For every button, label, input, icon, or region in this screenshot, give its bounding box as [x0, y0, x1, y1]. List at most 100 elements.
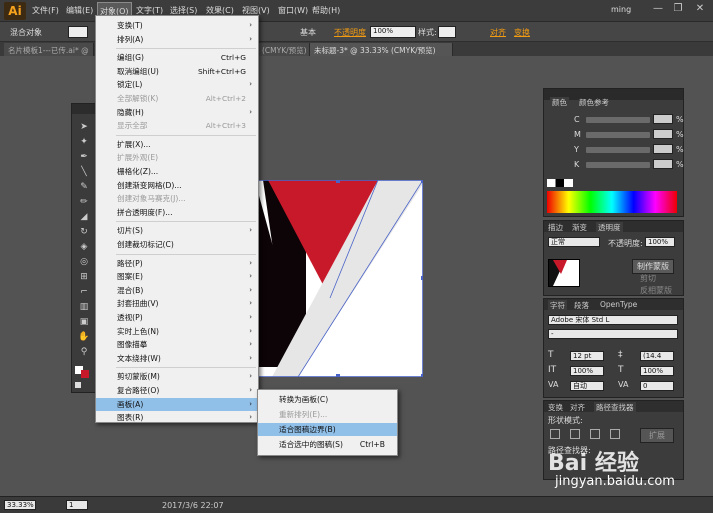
menu-item[interactable]: 栅格化(Z)...: [96, 165, 258, 178]
menu-item[interactable]: 实时上色(N) ›: [96, 325, 258, 338]
zoom-tool-icon[interactable]: ⚲: [77, 346, 91, 358]
mesh-tool-icon[interactable]: ⊞: [77, 271, 91, 283]
pencil-icon[interactable]: ✏: [77, 196, 91, 208]
tab-color-guide[interactable]: 颜色参考: [579, 97, 609, 108]
menu-item[interactable]: 路径(P) ›: [96, 257, 258, 270]
tab-color[interactable]: 颜色: [550, 97, 569, 108]
exclude-icon[interactable]: [610, 429, 620, 439]
menu-item[interactable]: 编组(G) Ctrl+G: [96, 51, 258, 64]
menu-item[interactable]: 图表(R) ›: [96, 411, 258, 424]
menu-item[interactable]: 排列(A) ›: [96, 33, 258, 46]
font-family-select[interactable]: Adobe 宋体 Std L: [548, 315, 678, 325]
tab-document-2[interactable]: (CMYK/预览): [258, 43, 310, 56]
pen-tool-icon[interactable]: ✒: [77, 151, 91, 163]
leading-input[interactable]: (14.4: [640, 351, 674, 361]
menu-item[interactable]: 显示全部 Alt+Ctrl+3: [96, 119, 258, 132]
minus-front-icon[interactable]: [570, 429, 580, 439]
slider-k[interactable]: [586, 162, 650, 168]
rotate-tool-icon[interactable]: ↻: [77, 226, 91, 238]
submenu-item[interactable]: 重新排列(E)...: [258, 408, 397, 421]
tab-paragraph[interactable]: 段落: [574, 300, 589, 311]
menu-help[interactable]: 帮助(H): [312, 5, 340, 16]
menu-item[interactable]: 变换(T) ›: [96, 19, 258, 32]
menu-item[interactable]: 混合(B) ›: [96, 284, 258, 297]
tab-pathfinder[interactable]: 路径查找器: [594, 402, 636, 413]
menu-item[interactable]: 封套扭曲(V) ›: [96, 297, 258, 310]
menu-item[interactable]: 剪切蒙版(M) ›: [96, 370, 258, 383]
opacity-link[interactable]: 不透明度: [334, 27, 366, 38]
menu-window[interactable]: 窗口(W): [278, 5, 308, 16]
minimize-icon[interactable]: —: [650, 3, 666, 17]
menu-edit[interactable]: 编辑(E): [66, 5, 93, 16]
tab-document-1[interactable]: 名片模板1---已传.ai* @: [4, 43, 94, 56]
eraser-icon[interactable]: ◢: [77, 211, 91, 223]
make-mask-button[interactable]: 制作蒙版: [632, 259, 674, 274]
tracking-input[interactable]: 0: [640, 381, 674, 391]
stroke-style-label[interactable]: 基本: [300, 27, 316, 38]
tab-opentype[interactable]: OpenType: [600, 300, 637, 309]
menu-item[interactable]: 创建渐变网格(D)...: [96, 179, 258, 192]
align-link[interactable]: 对齐: [490, 27, 506, 38]
selection-tool-icon[interactable]: ➤: [77, 121, 91, 133]
input-m[interactable]: [653, 129, 673, 139]
input-k[interactable]: [653, 159, 673, 169]
tab-transform[interactable]: 变换: [548, 402, 563, 413]
blend-mode-select[interactable]: 正常: [548, 237, 600, 247]
expand-button[interactable]: 扩展: [640, 428, 674, 443]
graph-tool-icon[interactable]: ▥: [77, 301, 91, 313]
close-icon[interactable]: ✕: [692, 3, 708, 17]
tab-gradient[interactable]: 渐变: [572, 222, 587, 233]
maximize-icon[interactable]: ❐: [670, 3, 686, 17]
menu-item[interactable]: 锁定(L) ›: [96, 78, 258, 91]
stroke-color-icon[interactable]: [81, 370, 89, 378]
fill-swatch[interactable]: [68, 26, 88, 38]
menu-item[interactable]: 图像描摹 ›: [96, 338, 258, 351]
slider-y[interactable]: [586, 147, 650, 153]
unite-icon[interactable]: [550, 429, 560, 439]
invert-mask-checkbox-label[interactable]: 反相蒙版: [640, 285, 672, 296]
kerning-input[interactable]: 自动: [570, 381, 604, 391]
user-name[interactable]: ming: [611, 5, 631, 14]
menu-item[interactable]: 取消编组(U) Shift+Ctrl+G: [96, 65, 258, 78]
submenu-item[interactable]: 适合选中的图稿(S) Ctrl+B: [258, 438, 397, 451]
tab-character[interactable]: 字符: [548, 300, 567, 311]
submenu-item[interactable]: 转换为画板(C): [258, 393, 397, 406]
menu-item[interactable]: 复合路径(O) ›: [96, 384, 258, 397]
menu-file[interactable]: 文件(F): [32, 5, 59, 16]
tab-align[interactable]: 对齐: [570, 402, 585, 413]
font-style-select[interactable]: -: [548, 329, 678, 339]
artboard-number-select[interactable]: 1: [66, 500, 88, 510]
artboard[interactable]: [258, 179, 425, 378]
menu-item[interactable]: 切片(S) ›: [96, 224, 258, 237]
tab-stroke[interactable]: 描边: [548, 222, 563, 233]
menu-item[interactable]: 拼合透明度(F)...: [96, 206, 258, 219]
style-swatch[interactable]: [438, 26, 456, 38]
menu-item[interactable]: 创建裁切标记(C): [96, 238, 258, 251]
input-y[interactable]: [653, 144, 673, 154]
artboard-tool-icon[interactable]: ▣: [77, 316, 91, 328]
font-size-input[interactable]: 12 pt: [570, 351, 604, 361]
horizontal-scale-input[interactable]: 100%: [640, 366, 674, 376]
mask-thumbnail[interactable]: [548, 259, 580, 287]
menu-item[interactable]: 创建对象马赛克(J)...: [96, 192, 258, 205]
menu-item[interactable]: 透视(P) ›: [96, 311, 258, 324]
color-spectrum[interactable]: [547, 191, 677, 213]
slider-m[interactable]: [586, 132, 650, 138]
zoom-select[interactable]: 33.33%: [4, 500, 36, 510]
line-tool-icon[interactable]: ╲: [77, 166, 91, 178]
menu-item[interactable]: 文本绕排(W) ›: [96, 352, 258, 365]
menu-item[interactable]: 扩展(X)...: [96, 138, 258, 151]
transform-link[interactable]: 变换: [514, 27, 530, 38]
input-c[interactable]: [653, 114, 673, 124]
slider-c[interactable]: [586, 117, 650, 123]
intersect-icon[interactable]: [590, 429, 600, 439]
artwork[interactable]: [258, 179, 425, 378]
menu-item[interactable]: 隐藏(H) ›: [96, 106, 258, 119]
opacity-input[interactable]: 100%: [370, 26, 416, 38]
hand-tool-icon[interactable]: ✋: [77, 331, 91, 343]
menu-item[interactable]: 扩展外观(E): [96, 151, 258, 164]
tab-transparency[interactable]: 透明度: [596, 222, 623, 233]
menu-item[interactable]: 画板(A) ›: [96, 397, 258, 411]
opacity-field[interactable]: 100%: [645, 237, 675, 247]
swatch-none-black-white[interactable]: [547, 179, 573, 187]
